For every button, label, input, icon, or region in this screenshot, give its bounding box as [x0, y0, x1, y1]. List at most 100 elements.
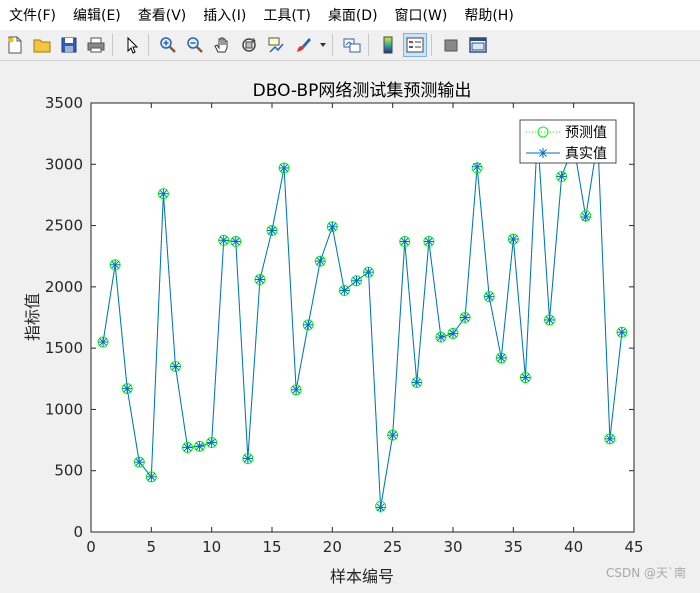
x-tick-label: 40: [564, 538, 583, 556]
actual-point: [327, 221, 338, 232]
actual-point: [170, 361, 181, 372]
print-icon[interactable]: [84, 33, 108, 57]
actual-point: [267, 225, 277, 236]
y-tick-label: 3500: [45, 94, 83, 112]
legend-icon[interactable]: [403, 33, 427, 57]
actual-point: [435, 332, 446, 343]
chart: 0 5 10 15 20 25 30 35 40 45 0 500 1000 1500 2000 2500 3…: [23, 81, 644, 586]
menu-help[interactable]: 帮助(H): [456, 5, 521, 25]
toolbar-separator: [368, 34, 369, 56]
actual-point: [508, 234, 519, 245]
toolbar-separator: [431, 34, 432, 56]
actual-point: [146, 471, 157, 482]
watermark: CSDN @天`南: [605, 566, 686, 580]
actual-point: [122, 383, 133, 394]
actual-point: [315, 256, 326, 267]
chevron-down-icon[interactable]: [318, 33, 328, 57]
toolbar-separator: [332, 34, 333, 56]
actual-point: [387, 430, 398, 441]
menu-window[interactable]: 窗口(W): [387, 5, 456, 25]
actual-point: [423, 236, 434, 247]
x-tick-label: 45: [624, 538, 643, 556]
menu-bar: 文件(F) 编辑(E) 查看(V) 插入(I) 工具(T) 桌面(D) 窗口(W…: [0, 0, 700, 30]
actual-point: [303, 319, 314, 330]
x-tick-label: 25: [383, 538, 402, 556]
y-tick-label: 500: [54, 462, 83, 480]
open-folder-icon[interactable]: [30, 33, 54, 57]
actual-point: [351, 275, 362, 286]
menu-file[interactable]: 文件(F): [1, 5, 64, 25]
y-axis-label: 指标值: [23, 293, 42, 341]
rotate-3d-icon[interactable]: [237, 33, 261, 57]
actual-point: [375, 502, 386, 513]
zoom-in-icon[interactable]: [156, 33, 180, 57]
menu-edit[interactable]: 编辑(E): [65, 5, 129, 25]
y-tick-label: 1000: [45, 400, 83, 418]
actual-point: [182, 442, 193, 453]
save-icon[interactable]: [57, 33, 81, 57]
actual-point: [194, 441, 205, 452]
x-tick-label: 0: [86, 538, 96, 556]
actual-point: [242, 453, 253, 464]
actual-point: [206, 437, 217, 448]
brush-icon[interactable]: [291, 33, 315, 57]
actual-point: [411, 377, 422, 388]
menu-desktop[interactable]: 桌面(D): [320, 5, 386, 25]
menu-view[interactable]: 查看(V): [130, 5, 195, 25]
actual-point: [291, 384, 302, 395]
y-tick-label: 2000: [45, 278, 83, 296]
actual-point: [230, 236, 241, 247]
actual-point: [399, 236, 410, 247]
actual-point: [339, 285, 350, 296]
colorbar-icon[interactable]: [376, 33, 400, 57]
dock-icon[interactable]: [466, 33, 490, 57]
y-tick-label: 3000: [45, 155, 83, 173]
actual-point: [158, 188, 169, 199]
actual-point: [580, 211, 591, 222]
x-axis-label: 样本编号: [330, 567, 394, 586]
actual-point: [556, 171, 567, 182]
zoom-out-icon[interactable]: [183, 33, 207, 57]
actual-point: [363, 267, 374, 278]
figure-toolbar: [0, 30, 700, 61]
actual-point: [484, 291, 495, 302]
pointer-icon[interactable]: [120, 33, 144, 57]
y-tick-label: 0: [73, 523, 83, 541]
x-tick-label: 30: [443, 538, 462, 556]
link-plot-icon[interactable]: [340, 33, 364, 57]
actual-point: [472, 161, 483, 172]
hide-tools-icon[interactable]: [439, 33, 463, 57]
actual-point: [604, 433, 615, 444]
actual-point: [110, 259, 121, 270]
legend-star-mark: [538, 148, 548, 158]
actual-point: [134, 457, 145, 468]
menu-tools[interactable]: 工具(T): [255, 5, 318, 25]
data-cursor-icon[interactable]: [264, 33, 288, 57]
x-tick-label: 35: [504, 538, 523, 556]
x-tick-label: 20: [323, 538, 342, 556]
legend-label-actual: 真实值: [565, 146, 607, 162]
actual-point: [520, 372, 531, 383]
actual-point: [218, 235, 229, 246]
legend-marker-actual: [538, 148, 548, 158]
actual-point: [616, 327, 627, 338]
actual-point: [544, 314, 555, 325]
pan-hand-icon[interactable]: [210, 33, 234, 57]
y-tick-label: 1500: [45, 339, 83, 357]
actual-point: [448, 328, 458, 339]
toolbar-separator: [148, 34, 149, 56]
actual-point: [254, 274, 265, 285]
chart-title: DBO-BP网络测试集预测输出: [253, 81, 472, 101]
y-tick-label: 2500: [45, 217, 83, 235]
x-tick-label: 10: [202, 538, 221, 556]
actual-point: [98, 337, 109, 348]
new-file-icon[interactable]: [3, 33, 27, 57]
figure-canvas: 0 5 10 15 20 25 30 35 40 45 0 500 1000 1500 2000 2500 3…: [0, 61, 700, 589]
legend-label-predicted: 预测值: [565, 125, 607, 141]
actual-point: [496, 352, 507, 363]
actual-point: [279, 162, 290, 173]
x-tick-label: 5: [147, 538, 157, 556]
legend[interactable]: 预测值 真实值: [519, 119, 617, 164]
toolbar-separator: [112, 34, 113, 56]
menu-insert[interactable]: 插入(I): [195, 5, 254, 25]
